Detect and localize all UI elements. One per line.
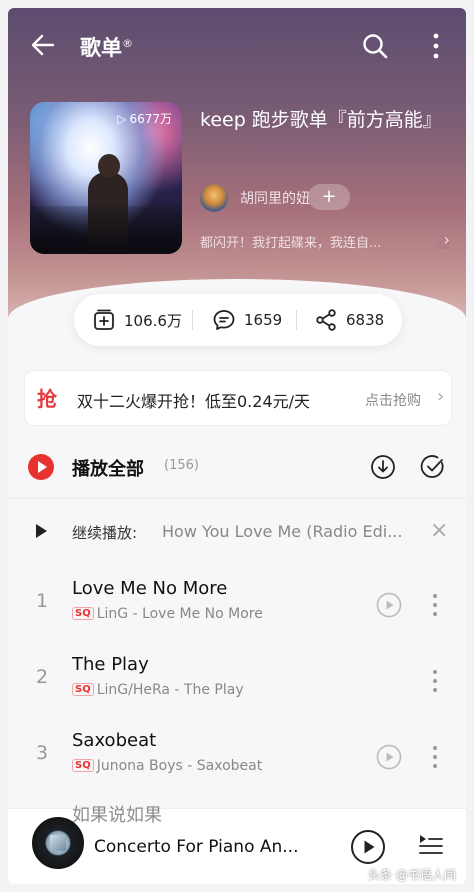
playlist-icon — [419, 835, 443, 854]
song-index: 3 — [35, 742, 49, 764]
song-subtitle: SQ Junona Boys - Saxobeat — [72, 758, 262, 774]
more-vertical-icon — [433, 612, 437, 616]
play-count-value: 6677万 — [129, 112, 172, 126]
mv-button[interactable] — [376, 592, 402, 618]
continue-playing-row[interactable]: 继续播放: How You Love Me (Radio Edi... × — [8, 508, 466, 554]
play-all-row: 播放全部 (156) — [8, 448, 466, 498]
collect-count: 106.6万 — [124, 311, 182, 330]
playlist-button[interactable] — [418, 833, 444, 859]
play-count: ▷ 6677万 — [117, 110, 172, 127]
back-button[interactable] — [28, 30, 58, 60]
cover-crowd — [30, 206, 182, 254]
more-options-button[interactable] — [426, 31, 446, 61]
share-icon — [316, 309, 336, 331]
song-index: 2 — [35, 666, 49, 688]
continue-song: How You Love Me (Radio Edi... — [162, 522, 403, 541]
sq-badge: SQ — [72, 683, 94, 696]
promo-banner[interactable]: 抢 双十二火爆开抢！低至0.24元/天 点击抢购 › — [24, 370, 452, 426]
next-song-peek: 如果说如果 — [72, 805, 162, 826]
play-all-label[interactable]: 播放全部 — [72, 455, 144, 481]
promo-cta[interactable]: 点击抢购 — [365, 390, 421, 410]
now-playing-title[interactable]: Concerto For Piano An... — [94, 837, 324, 857]
search-button[interactable] — [360, 31, 390, 61]
song-more-button[interactable] — [428, 666, 442, 696]
song-artist-album: LinG - Love Me No More — [96, 606, 263, 622]
play-icon — [36, 524, 47, 538]
song-subtitle: SQ LinG - Love Me No More — [72, 606, 263, 622]
song-index: 1 — [35, 590, 49, 612]
play-count-icon: ▷ — [117, 112, 127, 126]
page-title: 歌单® — [80, 32, 133, 62]
chevron-right-icon: › — [437, 386, 445, 407]
promo-text: 双十二火爆开抢！低至0.24元/天 — [77, 392, 311, 411]
share-count: 6838 — [346, 311, 385, 329]
promo-icon: 抢 — [37, 387, 57, 411]
album-disc[interactable] — [32, 817, 84, 869]
song-count: (156) — [164, 458, 199, 473]
playlist-description[interactable]: 都闪开！我打起碟来，我连自... › — [200, 232, 450, 251]
divider — [8, 498, 466, 499]
top-bar: 歌单® — [8, 26, 466, 66]
download-button[interactable] — [370, 454, 396, 480]
collect-button[interactable]: 106.6万 — [92, 294, 182, 346]
download-icon — [371, 455, 395, 479]
sq-badge: SQ — [72, 607, 94, 620]
comment-button[interactable]: 1659 — [212, 294, 282, 346]
chevron-right-icon: › — [435, 232, 450, 249]
song-row[interactable]: 1 Love Me No More SQ LinG - Love Me No Mo… — [8, 568, 466, 644]
more-vertical-icon — [433, 594, 437, 598]
video-play-icon — [376, 592, 402, 618]
video-play-icon — [376, 744, 402, 770]
mv-button[interactable] — [376, 744, 402, 770]
page-title-text: 歌单 — [80, 36, 122, 60]
comment-count: 1659 — [244, 311, 283, 329]
continue-label: 继续播放: — [72, 524, 138, 542]
song-row[interactable]: 2 The Play SQ LinG/HeRa - The Play — [8, 644, 466, 720]
add-to-collection-icon — [94, 309, 114, 330]
playlist-name: keep 跑步歌单『前方高能』 — [200, 109, 442, 131]
close-icon[interactable]: × — [430, 518, 448, 543]
more-vertical-icon — [433, 33, 439, 59]
avatar[interactable] — [200, 184, 228, 212]
play-all-button[interactable] — [28, 454, 54, 480]
creator-name[interactable]: 胡同里的妞 — [240, 188, 310, 208]
song-more-button[interactable] — [428, 590, 442, 620]
play-button[interactable] — [350, 829, 386, 865]
song-more-button[interactable] — [428, 742, 442, 772]
comment-icon — [213, 310, 235, 330]
watermark: 头条 @书语人间 — [368, 868, 456, 882]
more-vertical-icon — [433, 764, 437, 768]
more-vertical-icon — [433, 746, 437, 750]
song-row[interactable]: 3 Saxobeat SQ Junona Boys - Saxobeat — [8, 720, 466, 796]
playlist-cover[interactable]: ▷ 6677万 — [30, 102, 182, 254]
app-frame: 歌单® ▷ 6677万 keep 跑步歌单『前方高能』 胡同里的妞 + 都闪开！… — [8, 8, 466, 884]
play-circle-icon — [351, 830, 385, 864]
share-button[interactable]: 6838 — [314, 294, 384, 346]
description-text: 都闪开！我打起碟来，我连自... — [200, 236, 382, 251]
divider — [296, 310, 297, 330]
divider — [192, 310, 193, 330]
sq-badge: SQ — [72, 759, 94, 772]
stats-bar: 106.6万 1659 6838 — [74, 294, 402, 346]
song-title: The Play — [72, 654, 149, 675]
arrow-left-icon — [31, 34, 55, 56]
song-title: Saxobeat — [72, 730, 157, 751]
song-artist-album: Junona Boys - Saxobeat — [96, 758, 263, 774]
follow-button[interactable]: + — [308, 184, 350, 210]
check-circle-icon — [420, 455, 444, 478]
song-title: Love Me No More — [72, 578, 228, 599]
song-subtitle: SQ LinG/HeRa - The Play — [72, 682, 244, 698]
registered-mark: ® — [122, 37, 133, 50]
more-vertical-icon — [433, 670, 437, 674]
more-vertical-icon — [433, 679, 437, 683]
more-vertical-icon — [433, 755, 437, 759]
search-icon — [363, 34, 388, 59]
multi-select-button[interactable] — [420, 454, 446, 480]
more-vertical-icon — [433, 688, 437, 692]
song-artist-album: LinG/HeRa - The Play — [96, 682, 244, 698]
more-vertical-icon — [433, 603, 437, 607]
